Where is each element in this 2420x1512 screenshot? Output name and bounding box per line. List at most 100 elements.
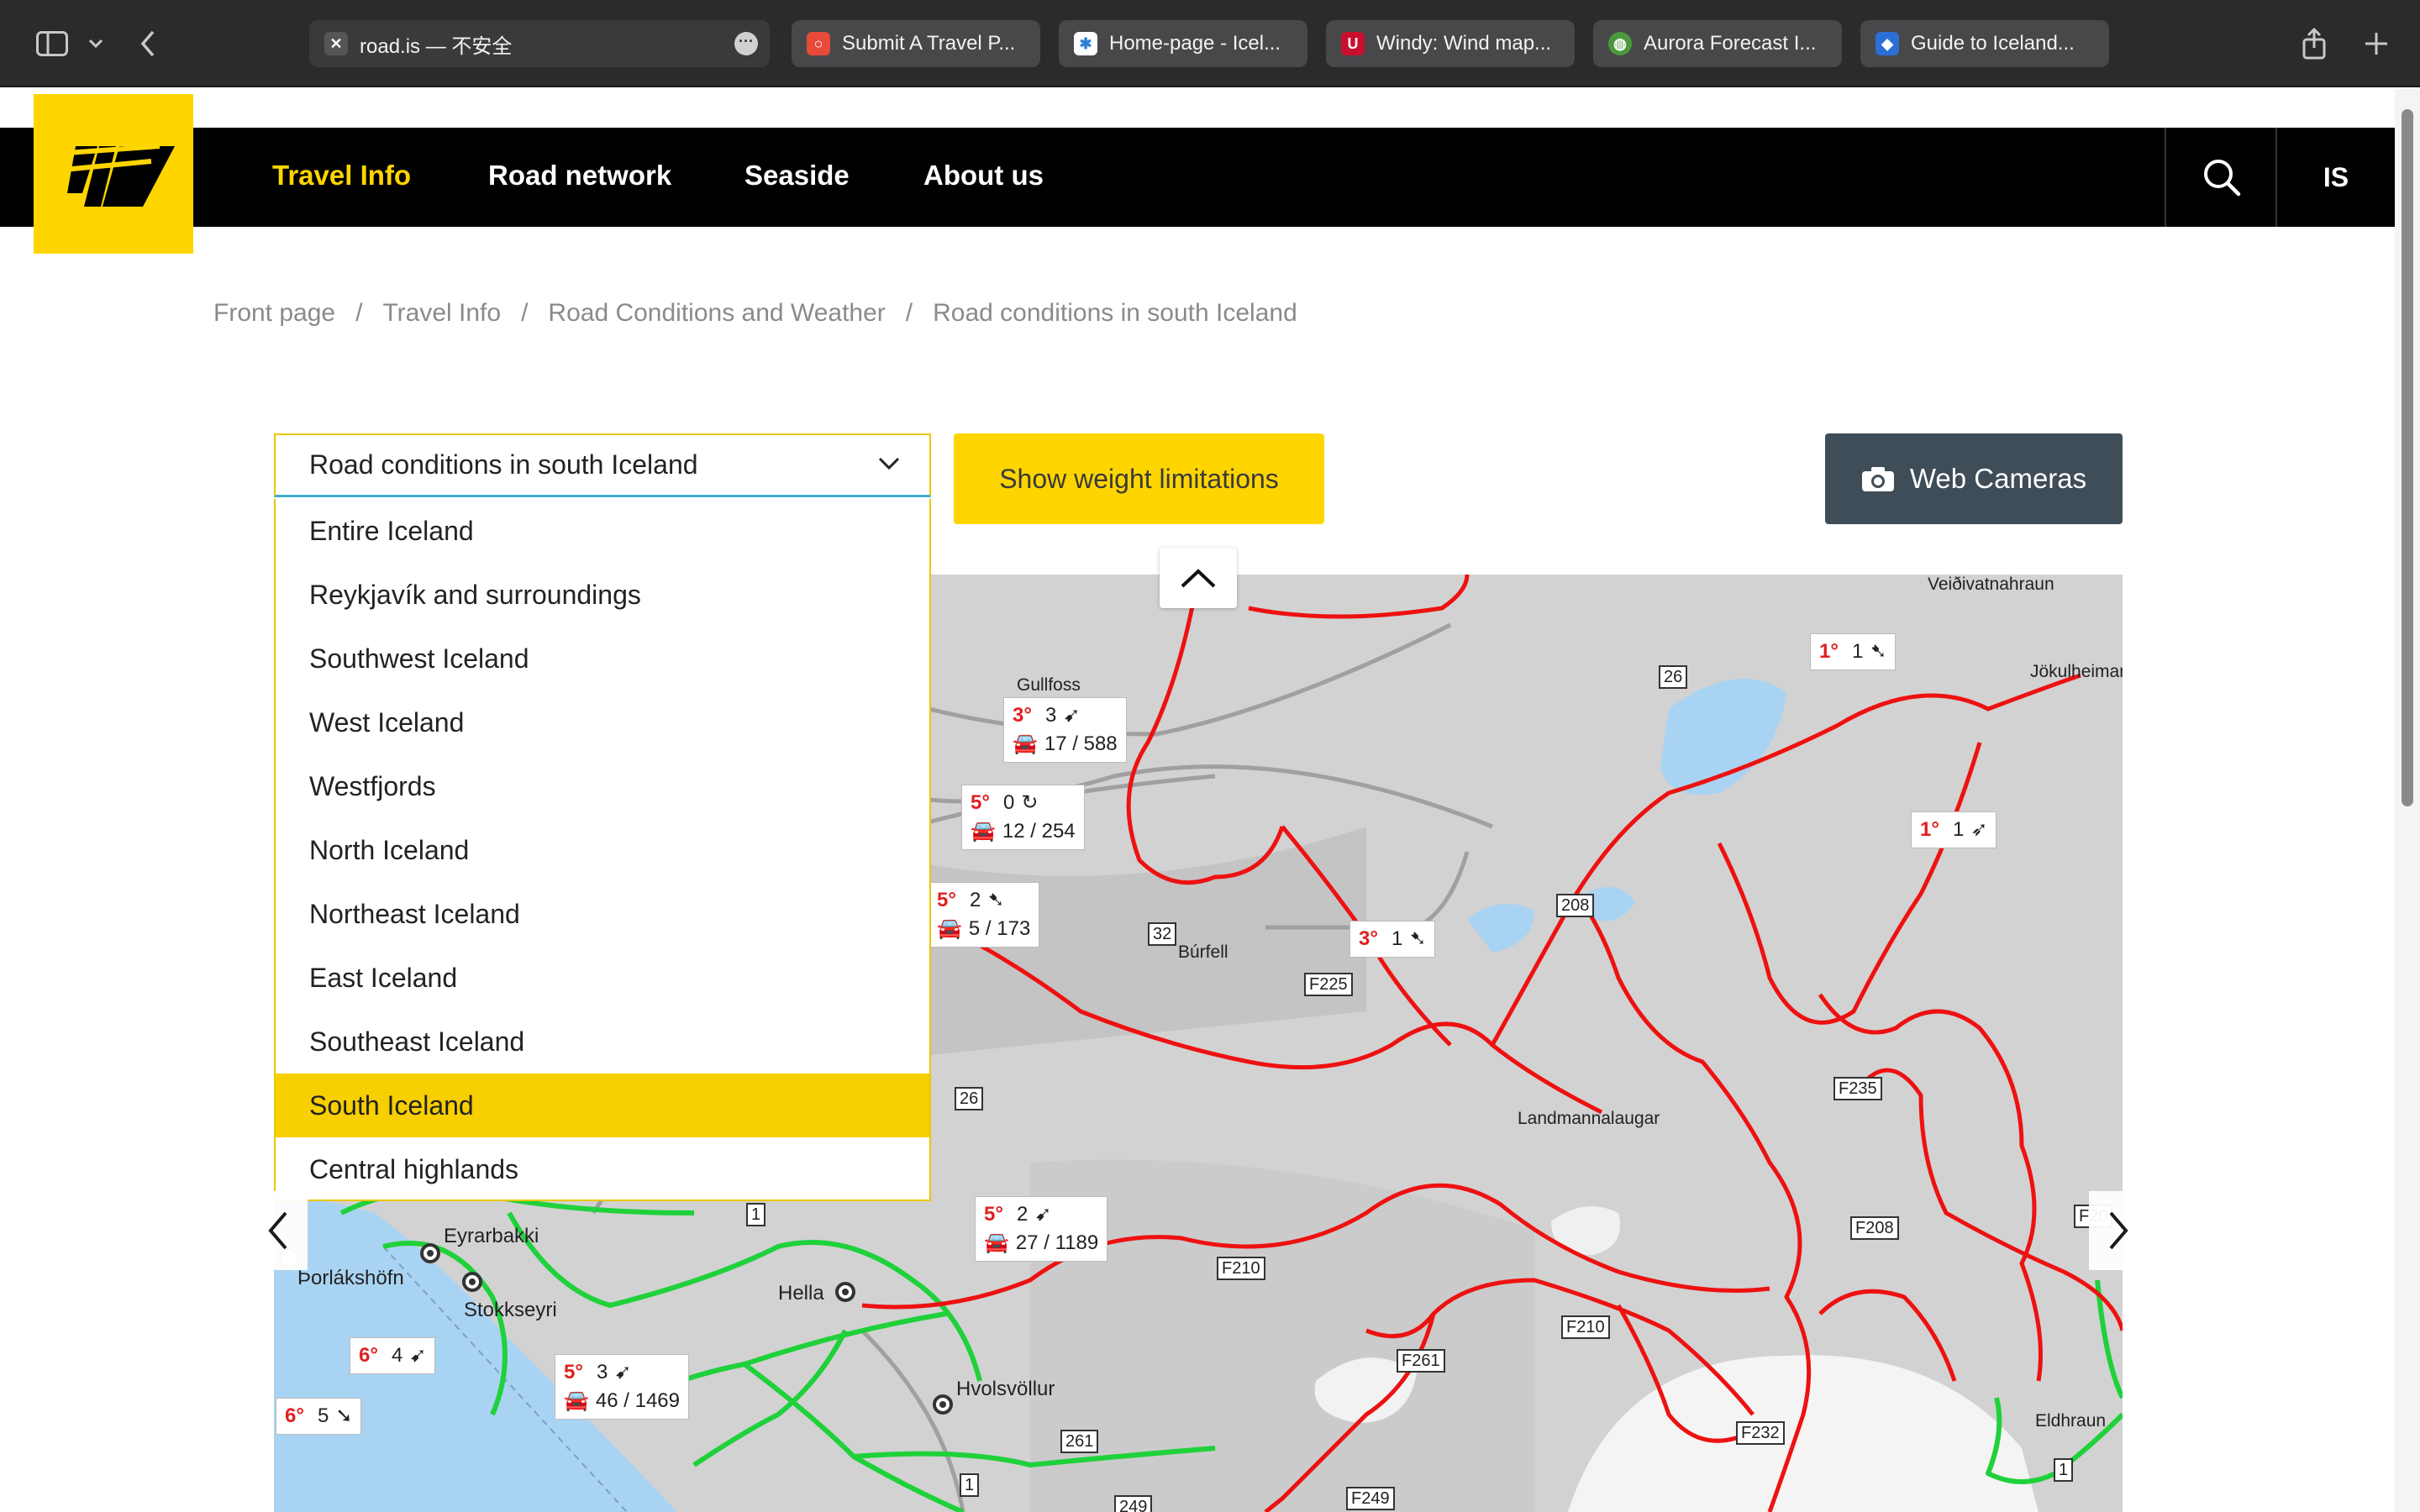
breadcrumb-travel-info[interactable]: Travel Info xyxy=(382,299,501,328)
new-tab-icon[interactable] xyxy=(2358,25,2395,62)
chevron-right-icon xyxy=(2109,1211,2128,1250)
car-icon: 🚘 xyxy=(971,820,996,843)
place-label: Þorlákshöfn xyxy=(297,1267,404,1289)
tab-label: Aurora Forecast I... xyxy=(1644,32,1817,55)
web-cameras-label: Web Cameras xyxy=(1909,463,2087,494)
place-label: Stokkseyri xyxy=(464,1299,557,1321)
bird-icon: ◆ xyxy=(1876,32,1899,55)
region-option[interactable]: North Iceland xyxy=(276,818,929,882)
wind-arrow-icon: ➹ xyxy=(614,1361,632,1383)
car-icon: 🚘 xyxy=(1013,732,1038,755)
weather-station[interactable]: 3° 3 ➹ 🚘 17 / 588 xyxy=(1003,697,1127,763)
breadcrumb-separator: / xyxy=(355,299,363,327)
sidebar-toggle-icon[interactable] xyxy=(34,25,71,62)
place-label: Landmannalaugar xyxy=(1518,1109,1660,1128)
road-number-label: F210 xyxy=(1561,1315,1610,1339)
region-option[interactable]: West Iceland xyxy=(276,690,929,754)
wind-arrow-icon: ➶ xyxy=(1970,818,1988,841)
tab-label: Home-page - Icel... xyxy=(1109,32,1281,55)
more-icon[interactable]: ··· xyxy=(734,32,758,55)
temperature: 5° xyxy=(564,1361,583,1383)
weather-station[interactable]: 5° 0 ↻ 🚘 12 / 254 xyxy=(961,785,1085,850)
tab-submit-travel[interactable]: ○ Submit A Travel P... xyxy=(792,20,1040,67)
road-number-label: F249 xyxy=(1346,1487,1395,1510)
region-option[interactable]: Southeast Iceland xyxy=(276,1010,929,1074)
page-scrollbar[interactable] xyxy=(2395,89,2420,1512)
tab-guide-iceland[interactable]: ◆ Guide to Iceland... xyxy=(1860,20,2109,67)
region-option[interactable]: Reykjavík and surroundings xyxy=(276,563,929,627)
region-option[interactable]: Entire Iceland xyxy=(276,499,929,563)
wind-arrow-icon: ➹ xyxy=(1063,704,1081,727)
site-logo[interactable] xyxy=(34,94,193,254)
road-number-label: F208 xyxy=(1850,1216,1899,1240)
chevron-down-icon[interactable] xyxy=(77,25,114,62)
region-option[interactable]: Central highlands xyxy=(276,1137,929,1201)
weather-station[interactable]: 5° 2 ➷ 🚘 5 / 173 xyxy=(928,882,1040,948)
tab-windy[interactable]: U Windy: Wind map... xyxy=(1326,20,1575,67)
region-option[interactable]: Westfjords xyxy=(276,754,929,818)
wind-variable-icon: ↻ xyxy=(1021,791,1039,814)
road-number-label: 32 xyxy=(1148,922,1177,946)
tab-label: Windy: Wind map... xyxy=(1376,32,1552,55)
share-icon[interactable] xyxy=(2296,25,2333,62)
road-number-label: F235 xyxy=(1833,1077,1882,1100)
wind-arrow-icon: ➹ xyxy=(1034,1203,1052,1226)
collapse-map-button[interactable] xyxy=(1160,548,1237,608)
show-weight-limitations-button[interactable]: Show weight limitations xyxy=(954,433,1324,524)
place-label: Jökulheimar xyxy=(2030,662,2123,681)
nav-travel-info[interactable]: Travel Info xyxy=(272,160,411,192)
previous-button[interactable] xyxy=(249,1191,308,1270)
chevron-up-icon xyxy=(1181,569,1216,588)
tab-home-page[interactable]: ✱ Home-page - Icel... xyxy=(1059,20,1307,67)
place-label: Gullfoss xyxy=(1017,675,1081,695)
road-number-label: F210 xyxy=(1217,1257,1265,1280)
nav-road-network[interactable]: Road network xyxy=(488,160,671,192)
weather-station[interactable]: 1° 1 ➶ xyxy=(1911,811,1997,848)
nav-about-us[interactable]: About us xyxy=(923,160,1044,192)
car-icon: 🚘 xyxy=(937,917,962,940)
breadcrumb: Front page / Travel Info / Road Conditio… xyxy=(213,299,1297,328)
breadcrumb-separator: / xyxy=(905,299,913,327)
breadcrumb-front-page[interactable]: Front page xyxy=(213,299,335,328)
language-toggle[interactable]: IS xyxy=(2277,128,2395,227)
scrollbar-thumb[interactable] xyxy=(2402,109,2413,806)
road-number-label: 261 xyxy=(1060,1430,1099,1453)
weather-station[interactable]: 6° 5 ➘ xyxy=(276,1398,362,1435)
weather-station[interactable]: 1° 1 ➷ xyxy=(1810,633,1897,670)
region-option[interactable]: Southwest Iceland xyxy=(276,627,929,690)
road-number-label: F232 xyxy=(1736,1421,1785,1445)
search-icon xyxy=(2204,160,2241,197)
weather-station[interactable]: 5° 3 ➹ 🚘 46 / 1469 xyxy=(555,1354,689,1420)
nav-seaside[interactable]: Seaside xyxy=(744,160,850,192)
region-option-selected[interactable]: South Iceland xyxy=(276,1074,929,1137)
region-option[interactable]: East Iceland xyxy=(276,946,929,1010)
place-label: Hella xyxy=(778,1282,824,1305)
region-option[interactable]: Northeast Iceland xyxy=(276,882,929,946)
web-cameras-button[interactable]: Web Cameras xyxy=(1825,433,2123,524)
weather-station[interactable]: 3° 1 ➷ xyxy=(1349,921,1436,958)
region-select[interactable]: Road conditions in south Iceland xyxy=(274,433,931,497)
back-icon[interactable] xyxy=(129,25,166,62)
region-dropdown-list: Entire Iceland Reykjavík and surrounding… xyxy=(274,499,931,1201)
temperature: 1° xyxy=(1819,640,1839,663)
tab-road-is[interactable]: ✕ road.is — 不安全 ··· xyxy=(309,20,770,67)
breadcrumb-road-conditions[interactable]: Road Conditions and Weather xyxy=(548,299,885,328)
tab-label: Guide to Iceland... xyxy=(1911,32,2075,55)
next-button[interactable] xyxy=(2089,1191,2148,1270)
weather-station[interactable]: 5° 2 ➹ 🚘 27 / 1189 xyxy=(975,1196,1108,1262)
temperature: 5° xyxy=(984,1203,1003,1226)
search-button[interactable] xyxy=(2166,128,2277,227)
place-label: Búrfell xyxy=(1178,942,1228,962)
traffic-count: 17 / 588 xyxy=(1044,732,1118,755)
wind-arrow-icon: ➷ xyxy=(1409,927,1427,950)
road-number-label: 1 xyxy=(2054,1458,2074,1482)
road-number-label: 1 xyxy=(960,1473,980,1497)
road-is-icon: ✕ xyxy=(324,32,348,55)
tab-label: road.is — 不安全 xyxy=(360,34,513,58)
chevron-left-icon xyxy=(268,1211,287,1250)
weather-station[interactable]: 6° 4 ➹ xyxy=(350,1337,436,1374)
lifebuoy-icon: ○ xyxy=(807,32,830,55)
wind-speed: 5 xyxy=(317,1404,329,1427)
tab-aurora[interactable]: ◍ Aurora Forecast I... xyxy=(1593,20,1842,67)
header-spacer xyxy=(0,89,2420,128)
